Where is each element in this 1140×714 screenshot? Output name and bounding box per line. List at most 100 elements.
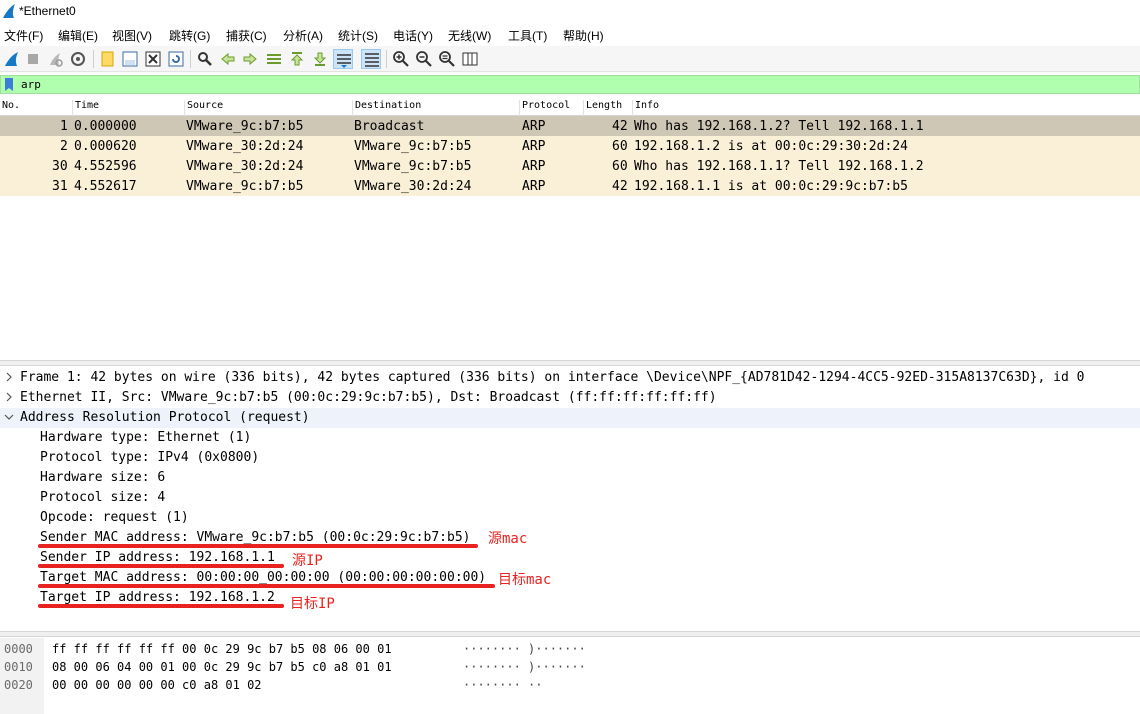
restart-capture-icon[interactable] [45, 49, 65, 69]
tree-item-field[interactable]: Opcode: request (1) [0, 508, 1140, 528]
tree-item-field[interactable]: Hardware size: 6 [0, 468, 1140, 488]
save-file-icon[interactable] [120, 49, 140, 69]
annotation-target-ip: 目标IP [290, 596, 335, 612]
tree-item-field[interactable]: Protocol type: IPv4 (0x0800) [0, 448, 1140, 468]
packet-row[interactable]: 30 4.552596 VMware_30:2d:24 VMware_9c:b7… [0, 156, 1140, 176]
column-header-length[interactable]: Length [583, 100, 622, 116]
packet-list: 1 0.000000 VMware_9c:b7:b5 Broadcast ARP… [0, 116, 1140, 196]
packet-row[interactable]: 1 0.000000 VMware_9c:b7:b5 Broadcast ARP… [0, 116, 1140, 136]
wireshark-fin-icon [2, 3, 16, 22]
field-hardware-size: Hardware size: 6 [40, 470, 166, 485]
open-file-icon[interactable] [98, 49, 118, 69]
packet-destination: VMware_9c:b7:b5 [354, 139, 472, 154]
packet-info: 192.168.1.1 is at 00:0c:29:9c:b7:b5 [634, 179, 908, 194]
field-protocol-size: Protocol size: 4 [40, 490, 166, 505]
tree-item-ethernet[interactable]: Ethernet II, Src: VMware_9c:b7:b5 (00:0c… [0, 388, 1140, 408]
menu-wireless[interactable]: 无线(W) [448, 27, 491, 44]
start-capture-icon[interactable] [2, 49, 22, 69]
packet-no: 31 [52, 179, 68, 194]
chevron-right-icon[interactable] [4, 392, 14, 402]
tree-item-arp[interactable]: Address Resolution Protocol (request) [0, 408, 1140, 428]
column-header-protocol[interactable]: Protocol [519, 100, 570, 116]
annotation-sender-ip: 源IP [292, 553, 323, 569]
column-header-info[interactable]: Info [632, 100, 659, 116]
chevron-down-icon[interactable] [4, 412, 14, 422]
menu-bar: 文件(F) 编辑(E) 视图(V) 跳转(G) 捕获(C) 分析(A) 统计(S… [0, 24, 1140, 46]
menu-file[interactable]: 文件(F) [4, 27, 43, 44]
bytes-ascii: ········ ·· [463, 678, 543, 692]
packet-no: 30 [52, 159, 68, 174]
toolbar-separator [93, 50, 94, 68]
last-packet-icon[interactable] [310, 49, 330, 69]
packet-source: VMware_30:2d:24 [186, 139, 304, 154]
first-packet-icon[interactable] [287, 49, 307, 69]
tree-item-label: Ethernet II, Src: VMware_9c:b7:b5 (00:0c… [20, 390, 717, 405]
zoom-normal-icon[interactable] [437, 49, 457, 69]
column-header-time[interactable]: Time [72, 100, 99, 116]
resize-columns-icon[interactable] [460, 49, 480, 69]
packet-details: Frame 1: 42 bytes on wire (336 bits), 42… [0, 368, 1140, 632]
annotation-underline [38, 544, 478, 548]
capture-options-icon[interactable] [68, 49, 88, 69]
packet-row[interactable]: 31 4.552617 VMware_9c:b7:b5 VMware_30:2d… [0, 176, 1140, 196]
bytes-row[interactable]: 0020 00 00 00 00 00 00 c0 a8 01 02 ·····… [0, 678, 1140, 696]
bytes-offset: 0000 [4, 642, 33, 656]
packet-info: 192.168.1.2 is at 00:0c:29:30:2d:24 [634, 139, 908, 154]
packet-time: 0.000620 [74, 139, 137, 154]
tree-item-field[interactable]: Hardware type: Ethernet (1) [0, 428, 1140, 448]
field-sender-ip: Sender IP address: 192.168.1.1 [40, 550, 275, 565]
bytes-row[interactable]: 0010 08 00 06 04 00 01 00 0c 29 9c b7 b5… [0, 660, 1140, 678]
zoom-in-icon[interactable] [391, 49, 411, 69]
tree-item-field[interactable]: Protocol size: 4 [0, 488, 1140, 508]
stop-capture-icon[interactable] [23, 49, 43, 69]
zoom-out-icon[interactable] [414, 49, 434, 69]
display-filter-input[interactable]: arp [21, 78, 41, 91]
packet-length: 60 [612, 159, 628, 174]
go-back-icon[interactable] [218, 49, 238, 69]
bytes-hex: 00 00 00 00 00 00 c0 a8 01 02 [52, 678, 262, 692]
packet-destination: Broadcast [354, 119, 425, 134]
go-to-packet-icon[interactable] [264, 49, 284, 69]
menu-telephony[interactable]: 电话(Y) [393, 27, 433, 44]
menu-statistics[interactable]: 统计(S) [338, 27, 378, 44]
filter-bookmark-icon[interactable] [4, 78, 14, 95]
annotation-target-mac: 目标mac [498, 572, 552, 588]
find-packet-icon[interactable] [195, 49, 215, 69]
reload-file-icon[interactable] [166, 49, 186, 69]
packet-protocol: ARP [522, 179, 546, 194]
menu-help[interactable]: 帮助(H) [563, 27, 604, 44]
packet-time: 4.552596 [74, 159, 137, 174]
menu-analyze[interactable]: 分析(A) [283, 27, 323, 44]
packet-row[interactable]: 2 0.000620 VMware_30:2d:24 VMware_9c:b7:… [0, 136, 1140, 156]
pane-splitter[interactable] [0, 360, 1140, 366]
chevron-right-icon[interactable] [4, 372, 14, 382]
column-header-source[interactable]: Source [184, 100, 223, 116]
packet-source: VMware_9c:b7:b5 [186, 119, 304, 134]
packet-time: 4.552617 [74, 179, 137, 194]
annotation-underline [38, 564, 284, 568]
toolbar-separator [386, 50, 387, 68]
field-hardware-type: Hardware type: Ethernet (1) [40, 430, 252, 445]
packet-info: Who has 192.168.1.1? Tell 192.168.1.2 [634, 159, 924, 174]
menu-view[interactable]: 视图(V) [112, 27, 152, 44]
column-header-destination[interactable]: Destination [352, 100, 421, 116]
display-filter-bar[interactable]: arp [0, 75, 1140, 94]
field-target-mac: Target MAC address: 00:00:00_00:00:00 (0… [40, 570, 487, 585]
toolbar-separator [190, 50, 191, 68]
tree-item-frame[interactable]: Frame 1: 42 bytes on wire (336 bits), 42… [0, 368, 1140, 388]
packet-source: VMware_30:2d:24 [186, 159, 304, 174]
bytes-row[interactable]: 0000 ff ff ff ff ff ff 00 0c 29 9c b7 b5… [0, 642, 1140, 660]
packet-bytes: 0000 ff ff ff ff ff ff 00 0c 29 9c b7 b5… [0, 638, 1140, 714]
menu-edit[interactable]: 编辑(E) [58, 27, 98, 44]
column-header-no[interactable]: No. [0, 100, 20, 116]
colorize-icon[interactable] [361, 49, 381, 69]
pane-splitter[interactable] [0, 631, 1140, 637]
menu-go[interactable]: 跳转(G) [169, 27, 210, 44]
bytes-offset: 0020 [4, 678, 33, 692]
menu-capture[interactable]: 捕获(C) [226, 27, 267, 44]
packet-length: 42 [612, 179, 628, 194]
auto-scroll-icon[interactable] [333, 49, 353, 69]
go-forward-icon[interactable] [240, 49, 260, 69]
menu-tools[interactable]: 工具(T) [508, 27, 547, 44]
close-file-icon[interactable] [143, 49, 163, 69]
